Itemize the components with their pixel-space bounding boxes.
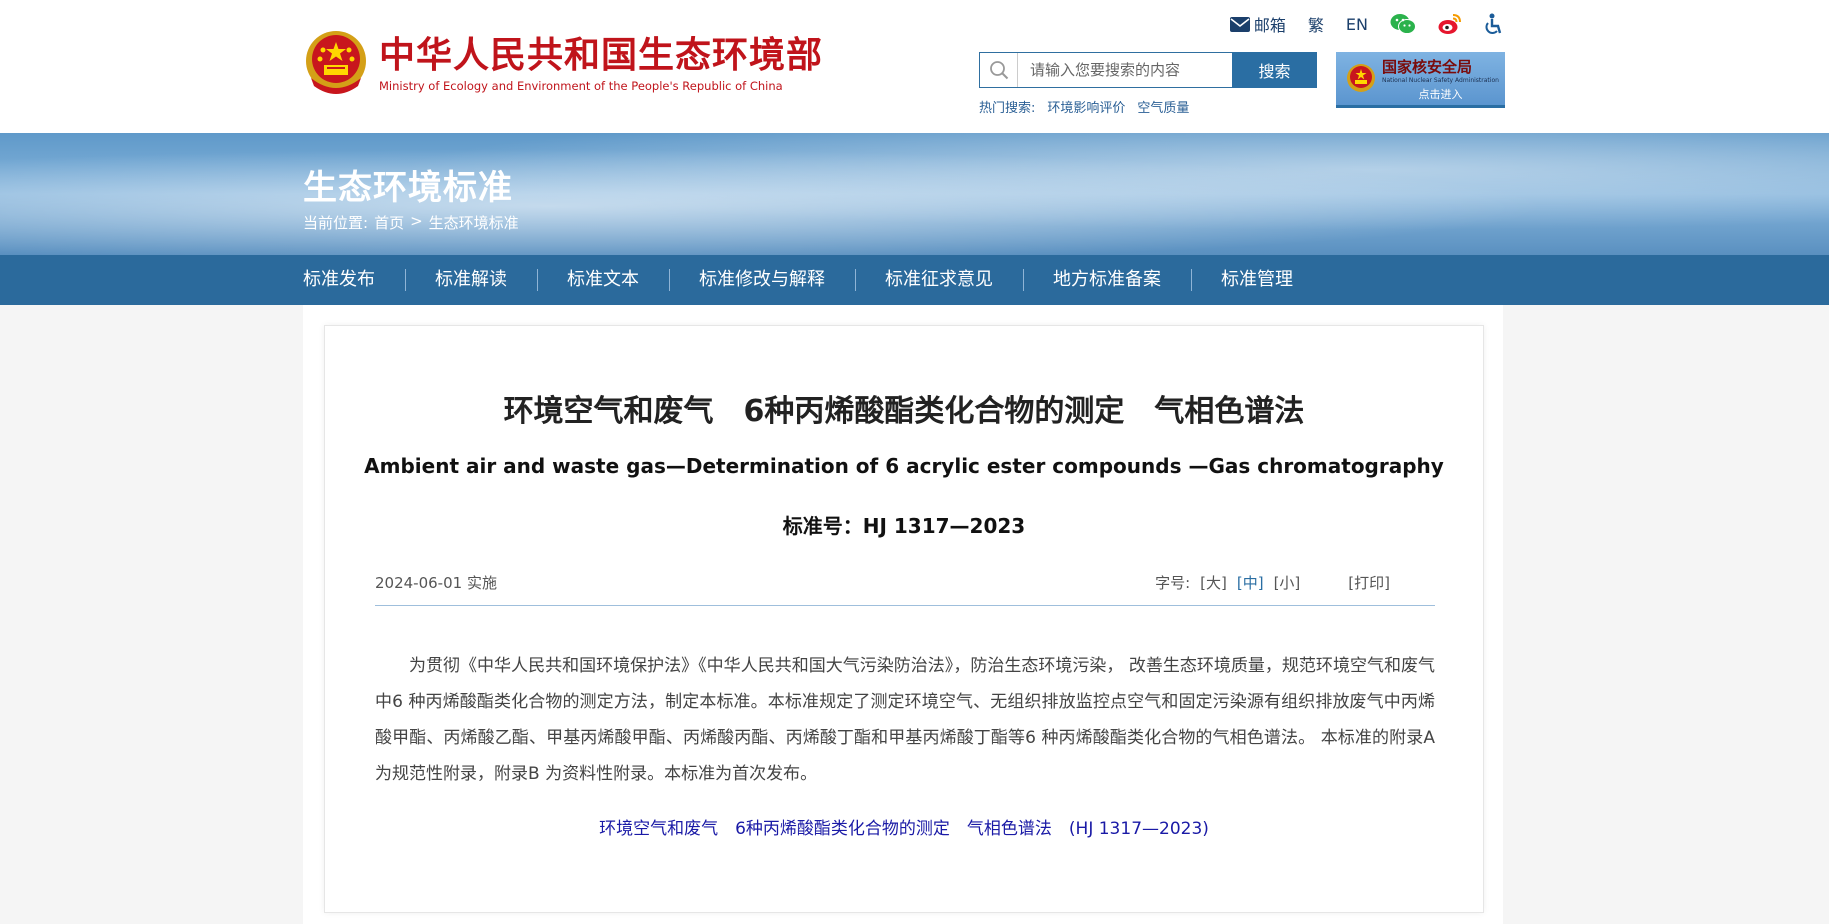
english-link[interactable]: EN (1346, 15, 1368, 34)
nnsa-emblem-icon (1347, 63, 1375, 92)
hot-search-item[interactable]: 环境影响评价 (1047, 97, 1125, 116)
font-size-label: 字号: (1155, 574, 1191, 592)
search-button[interactable]: 搜索 (1232, 52, 1317, 88)
nav-item-local-filing[interactable]: 地方标准备案 (1023, 255, 1191, 305)
breadcrumb-current[interactable]: 生态环境标准 (429, 212, 519, 233)
accessibility-icon[interactable] (1484, 13, 1504, 35)
nav-item-text[interactable]: 标准文本 (537, 255, 669, 305)
traditional-chinese-link[interactable]: 繁 (1308, 12, 1324, 36)
search-input[interactable] (1018, 53, 1232, 87)
font-size-large-button[interactable]: [大] (1200, 572, 1227, 593)
font-size-medium-button[interactable]: [中] (1237, 572, 1264, 593)
search-box: 搜索 (979, 52, 1317, 88)
article-card: 环境空气和废气 6种丙烯酸酯类化合物的测定 气相色谱法 Ambient air … (324, 325, 1484, 913)
mail-label: 邮箱 (1253, 16, 1286, 35)
effective-date: 2024-06-01 实施 (375, 574, 497, 592)
site-header: 中华人民共和国生态环境部 Ministry of Ecology and Env… (0, 0, 1829, 133)
nav-item-management[interactable]: 标准管理 (1191, 255, 1323, 305)
font-size-controls: 字号: [大] [中] [小] [打印] (1155, 572, 1390, 593)
section-title: 生态环境标准 (303, 168, 513, 208)
nav-item-revision[interactable]: 标准修改与解释 (669, 255, 855, 305)
breadcrumb-separator: > (410, 212, 423, 230)
mail-link[interactable]: 邮箱 (1229, 12, 1286, 36)
standard-number: 标准号：HJ 1317—2023 (782, 514, 1026, 538)
hot-search: 热门搜索: 环境影响评价 空气质量 (979, 97, 1189, 116)
font-size-small-button[interactable]: [小] (1274, 572, 1301, 593)
article-body: 为贯彻《中华人民共和国环境保护法》《中华人民共和国大气污染防治法》，防治生态环境… (375, 656, 1435, 784)
national-emblem-icon (303, 28, 369, 98)
site-logo[interactable]: 中华人民共和国生态环境部 Ministry of Ecology and Env… (303, 28, 823, 98)
nnsa-title-en: National Nuclear Safety Administration (1382, 76, 1499, 84)
mail-icon (1229, 16, 1250, 32)
hot-search-item[interactable]: 空气质量 (1137, 97, 1189, 116)
top-links: 邮箱 繁 EN (1229, 12, 1504, 36)
standard-document-link[interactable]: 环境空气和废气 6种丙烯酸酯类化合物的测定 气相色谱法 (HJ 1317—202… (325, 814, 1483, 839)
nnsa-banner-link[interactable]: 国家核安全局 National Nuclear Safety Administr… (1336, 52, 1505, 108)
wechat-icon[interactable] (1390, 13, 1416, 35)
article-subtitle-en: Ambient air and waste gas—Determination … (364, 454, 1444, 478)
nav-item-interpretation[interactable]: 标准解读 (405, 255, 537, 305)
weibo-icon[interactable] (1438, 13, 1462, 35)
breadcrumb: 当前位置: 首页 > 生态环境标准 (303, 212, 519, 233)
print-button[interactable]: [打印] (1348, 572, 1390, 593)
nav-item-publish[interactable]: 标准发布 (303, 255, 405, 305)
search-icon (980, 53, 1018, 87)
hot-search-label: 热门搜索: (979, 101, 1036, 116)
section-banner: 生态环境标准 当前位置: 首页 > 生态环境标准 (0, 133, 1829, 255)
breadcrumb-home[interactable]: 首页 (374, 212, 404, 233)
main-nav: 标准发布 标准解读 标准文本 标准修改与解释 标准征求意见 地方标准备案 标准管… (0, 255, 1829, 305)
nav-item-comments[interactable]: 标准征求意见 (855, 255, 1023, 305)
article-title: 环境空气和废气 6种丙烯酸酯类化合物的测定 气相色谱法 (503, 394, 1305, 429)
nnsa-enter-label: 点击进入 (1418, 87, 1463, 101)
site-title-en: Ministry of Ecology and Environment of t… (379, 79, 783, 93)
article-meta: 2024-06-01 实施 字号: [大] [中] [小] [打印] (375, 572, 1435, 606)
site-title-cn: 中华人民共和国生态环境部 (379, 34, 824, 76)
breadcrumb-label: 当前位置: (303, 214, 369, 232)
nnsa-title-cn: 国家核安全局 (1382, 57, 1473, 76)
